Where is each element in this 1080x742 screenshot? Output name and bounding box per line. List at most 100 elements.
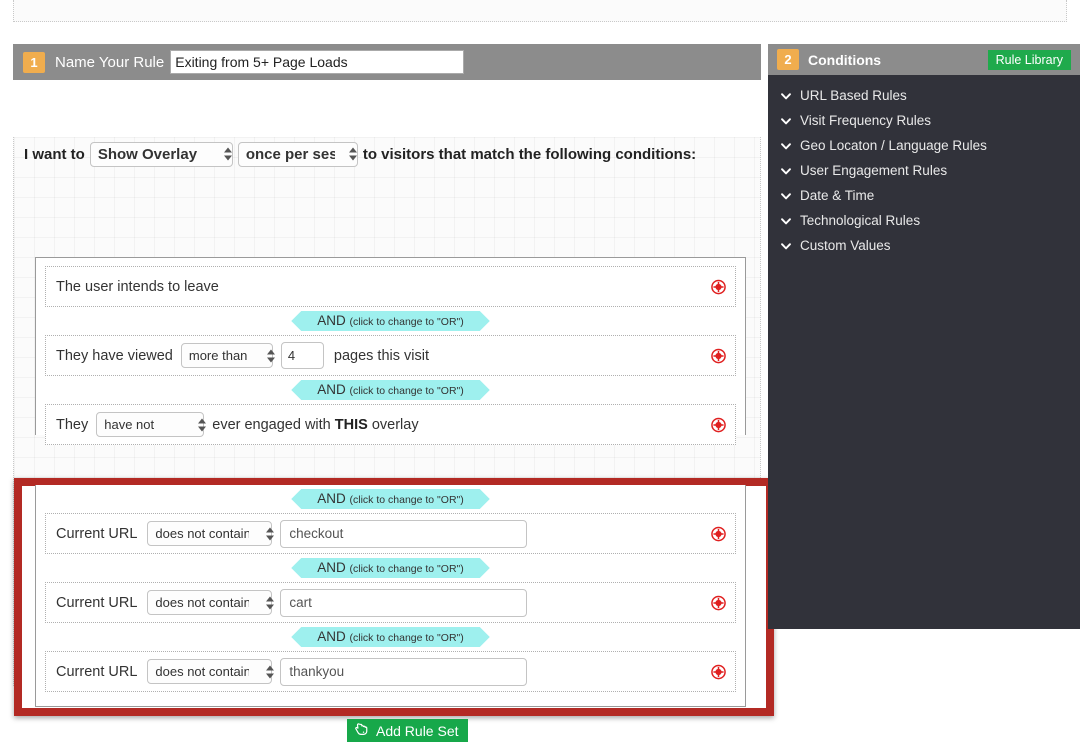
conditions-sidebar: 2 Conditions Rule Library URL Based Rule… bbox=[768, 44, 1080, 629]
sidebar-item-url-based-rules[interactable]: URL Based Rules bbox=[768, 83, 1080, 108]
url-operator-select-wrapper[interactable]: does not contain bbox=[137, 659, 280, 684]
condition-row-pages-viewed: They have viewed more than pages this vi… bbox=[45, 335, 736, 376]
and-or-toggle-pill[interactable]: AND (click to change to "OR") bbox=[291, 558, 490, 578]
sidebar-item-technological-rules[interactable]: Technological Rules bbox=[768, 208, 1080, 233]
url-conditions-group: AND (click to change to "OR") Current UR… bbox=[35, 485, 746, 707]
delete-condition-icon[interactable] bbox=[711, 664, 726, 679]
and-connector-row: AND (click to change to "OR") bbox=[45, 376, 736, 404]
chevron-down-icon bbox=[780, 140, 792, 152]
and-connector-row: AND (click to change to "OR") bbox=[45, 307, 736, 335]
and-label: AND bbox=[317, 491, 346, 506]
and-hint-label: (click to change to "OR") bbox=[349, 632, 464, 644]
condition-row-intends-to-leave: The user intends to leave bbox=[45, 266, 736, 307]
current-url-label: Current URL bbox=[56, 663, 138, 680]
and-hint-label: (click to change to "OR") bbox=[349, 563, 464, 575]
url-value-input[interactable] bbox=[280, 519, 528, 548]
and-or-toggle-pill[interactable]: AND (click to change to "OR") bbox=[291, 627, 490, 647]
step-number-badge-2: 2 bbox=[777, 49, 799, 70]
add-rule-set-label: Add Rule Set bbox=[376, 722, 459, 739]
condition-row-current-url-1: Current URL does not contain bbox=[45, 513, 736, 554]
engagement-operator-select-wrapper[interactable]: have not bbox=[88, 412, 212, 437]
url-operator-select[interactable]: does not contain bbox=[147, 521, 273, 546]
sidebar-item-date-and-time[interactable]: Date & Time bbox=[768, 183, 1080, 208]
engaged-text-c: overlay bbox=[367, 416, 419, 433]
url-operator-select-wrapper[interactable]: does not contain bbox=[137, 590, 280, 615]
name-your-rule-label: Name Your Rule bbox=[55, 53, 165, 71]
sidebar-item-user-engagement-rules[interactable]: User Engagement Rules bbox=[768, 158, 1080, 183]
and-hint-label: (click to change to "OR") bbox=[349, 385, 464, 397]
engaged-text-this: THIS bbox=[334, 416, 368, 433]
delete-condition-icon[interactable] bbox=[711, 279, 726, 294]
pages-count-input[interactable] bbox=[280, 342, 324, 369]
intent-prefix-label: I want to bbox=[24, 145, 85, 163]
chevron-down-icon bbox=[780, 190, 792, 202]
sidebar-item-label: Geo Locaton / Language Rules bbox=[800, 138, 987, 153]
and-connector-row: AND (click to change to "OR") bbox=[45, 623, 736, 651]
rule-builder-body: I want to Show Overlay once per session … bbox=[13, 137, 774, 742]
and-or-toggle-pill[interactable]: AND (click to change to "OR") bbox=[291, 489, 490, 509]
chevron-down-icon bbox=[780, 90, 792, 102]
delete-condition-icon[interactable] bbox=[711, 595, 726, 610]
pages-operator-select[interactable]: more than bbox=[180, 343, 273, 368]
url-operator-select[interactable]: does not contain bbox=[147, 590, 273, 615]
and-hint-label: (click to change to "OR") bbox=[349, 494, 464, 506]
url-value-input[interactable] bbox=[280, 588, 528, 617]
chevron-down-icon bbox=[780, 215, 792, 227]
conditions-list: URL Based Rules Visit Frequency Rules Ge… bbox=[768, 75, 1080, 258]
action-select[interactable]: Show Overlay bbox=[89, 141, 233, 167]
sidebar-item-geo-location-language-rules[interactable]: Geo Locaton / Language Rules bbox=[768, 133, 1080, 158]
sidebar-item-label: Date & Time bbox=[800, 188, 875, 203]
chevron-down-icon bbox=[780, 165, 792, 177]
condition-prefix-label: They bbox=[56, 416, 89, 433]
chevron-down-icon bbox=[780, 115, 792, 127]
url-operator-select[interactable]: does not contain bbox=[147, 659, 273, 684]
chevron-down-icon bbox=[780, 240, 792, 252]
sidebar-item-label: Technological Rules bbox=[800, 213, 921, 228]
sidebar-item-custom-values[interactable]: Custom Values bbox=[768, 233, 1080, 258]
condition-suffix-label: pages this visit bbox=[333, 347, 429, 364]
pages-operator-select-wrapper[interactable]: more than bbox=[173, 343, 281, 368]
rule-name-header: 1 Name Your Rule bbox=[13, 44, 761, 80]
url-operator-select-wrapper[interactable]: does not contain bbox=[137, 521, 280, 546]
rule-builder-panel: 1 Name Your Rule I want to Show Overlay … bbox=[13, 44, 774, 742]
condition-row-current-url-3: Current URL does not contain bbox=[45, 651, 736, 692]
add-rule-set-button[interactable]: Add Rule Set bbox=[347, 719, 468, 742]
sidebar-item-label: URL Based Rules bbox=[800, 88, 907, 103]
delete-condition-icon[interactable] bbox=[711, 417, 726, 432]
highlighted-url-conditions-region: AND (click to change to "OR") Current UR… bbox=[14, 478, 774, 716]
sidebar-item-label: Visit Frequency Rules bbox=[800, 113, 932, 128]
intent-suffix-label: to visitors that match the following con… bbox=[362, 145, 697, 163]
engaged-text-a: ever engaged with bbox=[212, 416, 335, 433]
click-hand-icon bbox=[354, 721, 371, 741]
rule-library-button[interactable]: Rule Library bbox=[987, 49, 1071, 70]
and-or-toggle-pill[interactable]: AND (click to change to "OR") bbox=[291, 311, 490, 331]
frequency-select-wrapper[interactable]: once per session bbox=[237, 141, 363, 167]
sidebar-item-label: Custom Values bbox=[800, 238, 891, 253]
intent-statement-row: I want to Show Overlay once per session … bbox=[14, 137, 760, 171]
conditions-title: Conditions bbox=[808, 51, 882, 68]
and-connector-row: AND (click to change to "OR") bbox=[45, 554, 736, 582]
condition-text: The user intends to leave bbox=[56, 278, 219, 295]
frequency-select[interactable]: once per session bbox=[237, 141, 358, 167]
action-select-wrapper[interactable]: Show Overlay bbox=[85, 141, 238, 167]
and-label: AND bbox=[317, 560, 346, 575]
delete-condition-icon[interactable] bbox=[711, 526, 726, 541]
and-or-toggle-pill[interactable]: AND (click to change to "OR") bbox=[291, 380, 490, 400]
and-connector-row: AND (click to change to "OR") bbox=[45, 485, 736, 513]
delete-condition-icon[interactable] bbox=[711, 348, 726, 363]
rule-set-upper: The user intends to leave AND (click to … bbox=[35, 257, 746, 445]
engagement-operator-select[interactable]: have not bbox=[96, 412, 205, 437]
and-hint-label: (click to change to "OR") bbox=[349, 316, 464, 328]
and-label: AND bbox=[317, 382, 346, 397]
condition-row-engaged-overlay: They have not ever engaged with THIS ove… bbox=[45, 404, 736, 445]
step-number-badge-1: 1 bbox=[23, 51, 45, 73]
and-label: AND bbox=[317, 629, 346, 644]
current-url-label: Current URL bbox=[56, 594, 138, 611]
rule-name-input[interactable] bbox=[170, 50, 465, 74]
sidebar-item-label: User Engagement Rules bbox=[800, 163, 948, 178]
condition-prefix-label: They have viewed bbox=[56, 347, 173, 364]
url-value-input[interactable] bbox=[280, 657, 528, 686]
conditions-header: 2 Conditions Rule Library bbox=[768, 44, 1080, 75]
sidebar-item-visit-frequency-rules[interactable]: Visit Frequency Rules bbox=[768, 108, 1080, 133]
condition-suffix-label: ever engaged with THIS overlay bbox=[212, 417, 418, 433]
